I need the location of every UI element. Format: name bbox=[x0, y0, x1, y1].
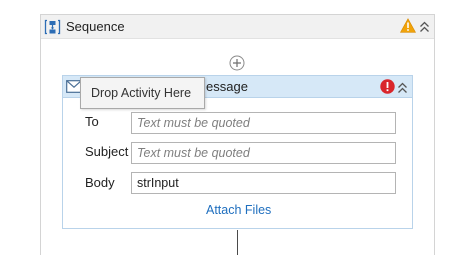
sequence-icon bbox=[44, 19, 61, 35]
to-label: To bbox=[85, 114, 99, 129]
drop-activity-tooltip: Drop Activity Here bbox=[80, 77, 205, 109]
subject-field[interactable]: Text must be quoted bbox=[131, 142, 396, 164]
collapse-icon[interactable] bbox=[419, 20, 430, 32]
error-icon[interactable] bbox=[380, 79, 395, 94]
connector-line bbox=[237, 230, 238, 255]
workflow-canvas: Sequence essage To Text must be quoted S… bbox=[0, 0, 474, 255]
warning-icon[interactable] bbox=[399, 18, 417, 33]
subject-label: Subject bbox=[85, 144, 129, 159]
sequence-header[interactable]: Sequence bbox=[41, 15, 434, 39]
to-field[interactable]: Text must be quoted bbox=[131, 112, 396, 134]
body-field[interactable]: strInput bbox=[131, 172, 396, 194]
collapse-icon[interactable] bbox=[397, 81, 408, 93]
body-label: Body bbox=[85, 175, 115, 190]
attach-files-link[interactable]: Attach Files bbox=[206, 202, 271, 218]
plus-circle-icon[interactable] bbox=[229, 55, 245, 71]
activity-title: essage bbox=[206, 79, 248, 94]
sequence-title: Sequence bbox=[66, 19, 125, 34]
